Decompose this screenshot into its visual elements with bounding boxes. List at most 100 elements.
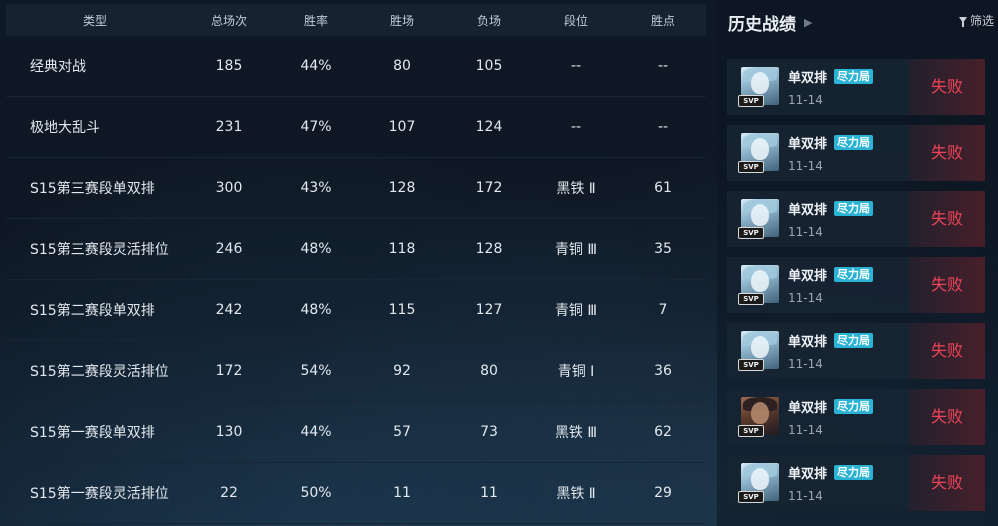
cell-type: S15第一赛段灵活排位 — [30, 486, 169, 502]
cell-type: S15第二赛段单双排 — [30, 303, 155, 319]
avatar-face-shape — [751, 204, 769, 226]
effort-badge: 尽力局 — [834, 267, 873, 282]
effort-badge: 尽力局 — [834, 201, 873, 216]
header-lp: 胜点 — [650, 13, 675, 28]
filter-label: 筛选 — [969, 14, 994, 28]
header-winrate: 胜率 — [303, 13, 328, 28]
header-type: 类型 — [82, 13, 107, 28]
stats-table: 类型 总场次 胜率 胜场 负场 段位 胜点 经典对战 185 44% 80 105 -- -… — [6, 4, 706, 526]
svp-badge: SVP — [738, 227, 764, 239]
effort-badge: 尽力局 — [834, 135, 873, 150]
match-mode: 单双排 — [788, 269, 828, 284]
avatar-face-shape — [751, 138, 769, 160]
match-date: 11-14 — [788, 225, 823, 239]
cell-lp: 36 — [654, 363, 672, 379]
cell-total: 231 — [215, 119, 243, 135]
header-total: 总场次 — [210, 13, 247, 28]
cell-total: 246 — [215, 241, 243, 257]
table-row[interactable]: S15第二赛段灵活排位 172 54% 92 80 青铜 Ⅰ 36 — [6, 341, 706, 402]
cell-rank: 青铜 Ⅲ — [554, 303, 598, 319]
match-date: 11-14 — [788, 93, 823, 107]
cell-lp: -- — [657, 119, 669, 135]
match-mode: 单双排 — [788, 137, 828, 152]
cell-wins: 115 — [388, 302, 416, 318]
table-row[interactable]: S15第一赛段灵活排位 22 50% 11 11 黑铁 Ⅱ 29 — [6, 463, 706, 524]
match-date: 11-14 — [788, 423, 823, 437]
avatar-face-shape — [751, 336, 769, 358]
cell-lp: 7 — [658, 302, 668, 318]
cell-type: 极地大乱斗 — [30, 120, 100, 136]
filter-button[interactable]: 筛选 — [958, 12, 994, 29]
history-title-link[interactable]: 历史战绩 ▶ — [728, 10, 812, 35]
svp-badge: SVP — [738, 359, 764, 371]
stats-table-body: 经典对战 185 44% 80 105 -- -- 极地大乱斗 231 47% 107 124 -- --… — [6, 36, 706, 524]
cell-wins: 57 — [393, 424, 411, 440]
table-row[interactable]: 极地大乱斗 231 47% 107 124 -- -- — [6, 97, 706, 158]
match-date: 11-14 — [788, 489, 823, 503]
cell-total: 172 — [215, 363, 243, 379]
match-date: 11-14 — [788, 291, 823, 305]
cell-losses: 11 — [480, 485, 498, 501]
cell-losses: 124 — [475, 119, 503, 135]
cell-lp: -- — [657, 58, 669, 74]
avatar-face-shape — [751, 468, 769, 490]
table-row[interactable]: S15第三赛段灵活排位 246 48% 118 128 青铜 Ⅲ 35 — [6, 219, 706, 280]
cell-total: 242 — [215, 302, 243, 318]
avatar-face-shape — [751, 402, 769, 424]
match-mode: 单双排 — [788, 203, 828, 218]
cell-total: 130 — [215, 424, 243, 440]
svp-badge: SVP — [738, 95, 764, 107]
match-card[interactable]: SVP 单双排 尽力局 11-14 失败 — [727, 191, 985, 247]
match-card[interactable]: SVP 单双排 尽力局 11-14 失败 — [727, 59, 985, 115]
filter-icon — [958, 16, 967, 27]
cell-winrate: 44% — [300, 58, 332, 74]
cell-losses: 172 — [475, 180, 503, 196]
match-mode: 单双排 — [788, 71, 828, 86]
cell-losses: 105 — [475, 58, 503, 74]
svp-badge: SVP — [738, 161, 764, 173]
cell-rank: 青铜 Ⅲ — [554, 242, 598, 258]
cell-type: 经典对战 — [30, 59, 86, 75]
cell-rank: 黑铁 Ⅱ — [556, 181, 596, 197]
effort-badge: 尽力局 — [834, 399, 873, 414]
match-result: 失败 — [909, 323, 985, 379]
cell-losses: 127 — [475, 302, 503, 318]
svp-badge: SVP — [738, 293, 764, 305]
cell-type: S15第三赛段单双排 — [30, 181, 155, 197]
match-card[interactable]: SVP 单双排 尽力局 11-14 失败 — [727, 257, 985, 313]
cell-lp: 61 — [654, 180, 672, 196]
match-result: 失败 — [909, 257, 985, 313]
cell-rank: 黑铁 Ⅱ — [556, 486, 596, 502]
match-mode: 单双排 — [788, 335, 828, 350]
cell-wins: 92 — [393, 363, 411, 379]
match-result: 失败 — [909, 125, 985, 181]
cell-losses: 80 — [480, 363, 498, 379]
match-result: 失败 — [909, 191, 985, 247]
cell-wins: 118 — [388, 241, 416, 257]
table-row[interactable]: 经典对战 185 44% 80 105 -- -- — [6, 36, 706, 97]
cell-winrate: 48% — [300, 241, 332, 257]
stats-table-header: 类型 总场次 胜率 胜场 负场 段位 胜点 — [6, 4, 706, 36]
table-row[interactable]: S15第一赛段单双排 130 44% 57 73 黑铁 Ⅲ 62 — [6, 402, 706, 463]
match-card[interactable]: SVP 单双排 尽力局 11-14 失败 — [727, 455, 985, 511]
table-row[interactable]: S15第二赛段单双排 242 48% 115 127 青铜 Ⅲ 7 — [6, 280, 706, 341]
match-result: 失败 — [909, 389, 985, 445]
match-card[interactable]: SVP 单双排 尽力局 11-14 失败 — [727, 125, 985, 181]
cell-wins: 128 — [388, 180, 416, 196]
match-date: 11-14 — [788, 159, 823, 173]
svp-badge: SVP — [738, 425, 764, 437]
cell-type: S15第三赛段灵活排位 — [30, 242, 169, 258]
match-card[interactable]: SVP 单双排 尽力局 11-14 失败 — [727, 323, 985, 379]
svp-badge: SVP — [738, 491, 764, 503]
cell-losses: 73 — [480, 424, 498, 440]
table-row[interactable]: S15第三赛段单双排 300 43% 128 172 黑铁 Ⅱ 61 — [6, 158, 706, 219]
cell-losses: 128 — [475, 241, 503, 257]
cell-rank: 青铜 Ⅰ — [557, 364, 595, 380]
cell-rank: -- — [570, 119, 582, 135]
cell-wins: 11 — [393, 485, 411, 501]
cell-wins: 107 — [388, 119, 416, 135]
cell-lp: 35 — [654, 241, 672, 257]
match-mode: 单双排 — [788, 467, 828, 482]
match-result: 失败 — [909, 59, 985, 115]
match-card[interactable]: SVP 单双排 尽力局 11-14 失败 — [727, 389, 985, 445]
